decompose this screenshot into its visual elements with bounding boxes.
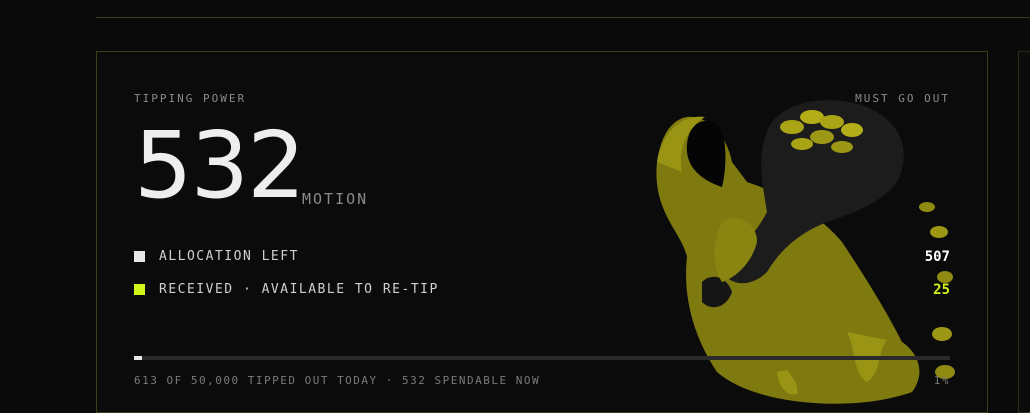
received-row: RECEIVED · AVAILABLE TO RE-TIP 25 — [134, 281, 950, 299]
tipping-power-card: TIPPING POWER MUST GO OUT 532 MOTION ALL… — [96, 51, 988, 413]
progress-percent: 1% — [933, 374, 950, 387]
progress-footer: 613 OF 50,000 TIPPED OUT TODAY · 532 SPE… — [134, 374, 950, 387]
allocation-swatch — [134, 251, 145, 262]
adjacent-card-edge — [1018, 51, 1030, 413]
tipped-out-progress-bar — [134, 356, 950, 360]
received-swatch — [134, 284, 145, 295]
received-label: RECEIVED · AVAILABLE TO RE-TIP — [159, 282, 439, 297]
eyebrow-tipping-power: TIPPING POWER — [134, 92, 247, 105]
mascot-coin-bag-icon — [656, 100, 955, 404]
progress-summary-text: 613 OF 50,000 TIPPED OUT TODAY · 532 SPE… — [134, 374, 541, 387]
received-value: 25 — [933, 282, 950, 298]
eyebrow-must-go-out: MUST GO OUT — [855, 92, 950, 105]
top-divider — [96, 17, 1030, 18]
tipping-power-amount: 532 — [134, 112, 306, 219]
amount-unit: MOTION — [302, 190, 369, 208]
allocation-left-row: ALLOCATION LEFT 507 — [134, 248, 950, 266]
tipped-out-progress-fill — [134, 356, 143, 360]
allocation-left-label: ALLOCATION LEFT — [159, 249, 299, 264]
allocation-left-value: 507 — [924, 249, 950, 265]
